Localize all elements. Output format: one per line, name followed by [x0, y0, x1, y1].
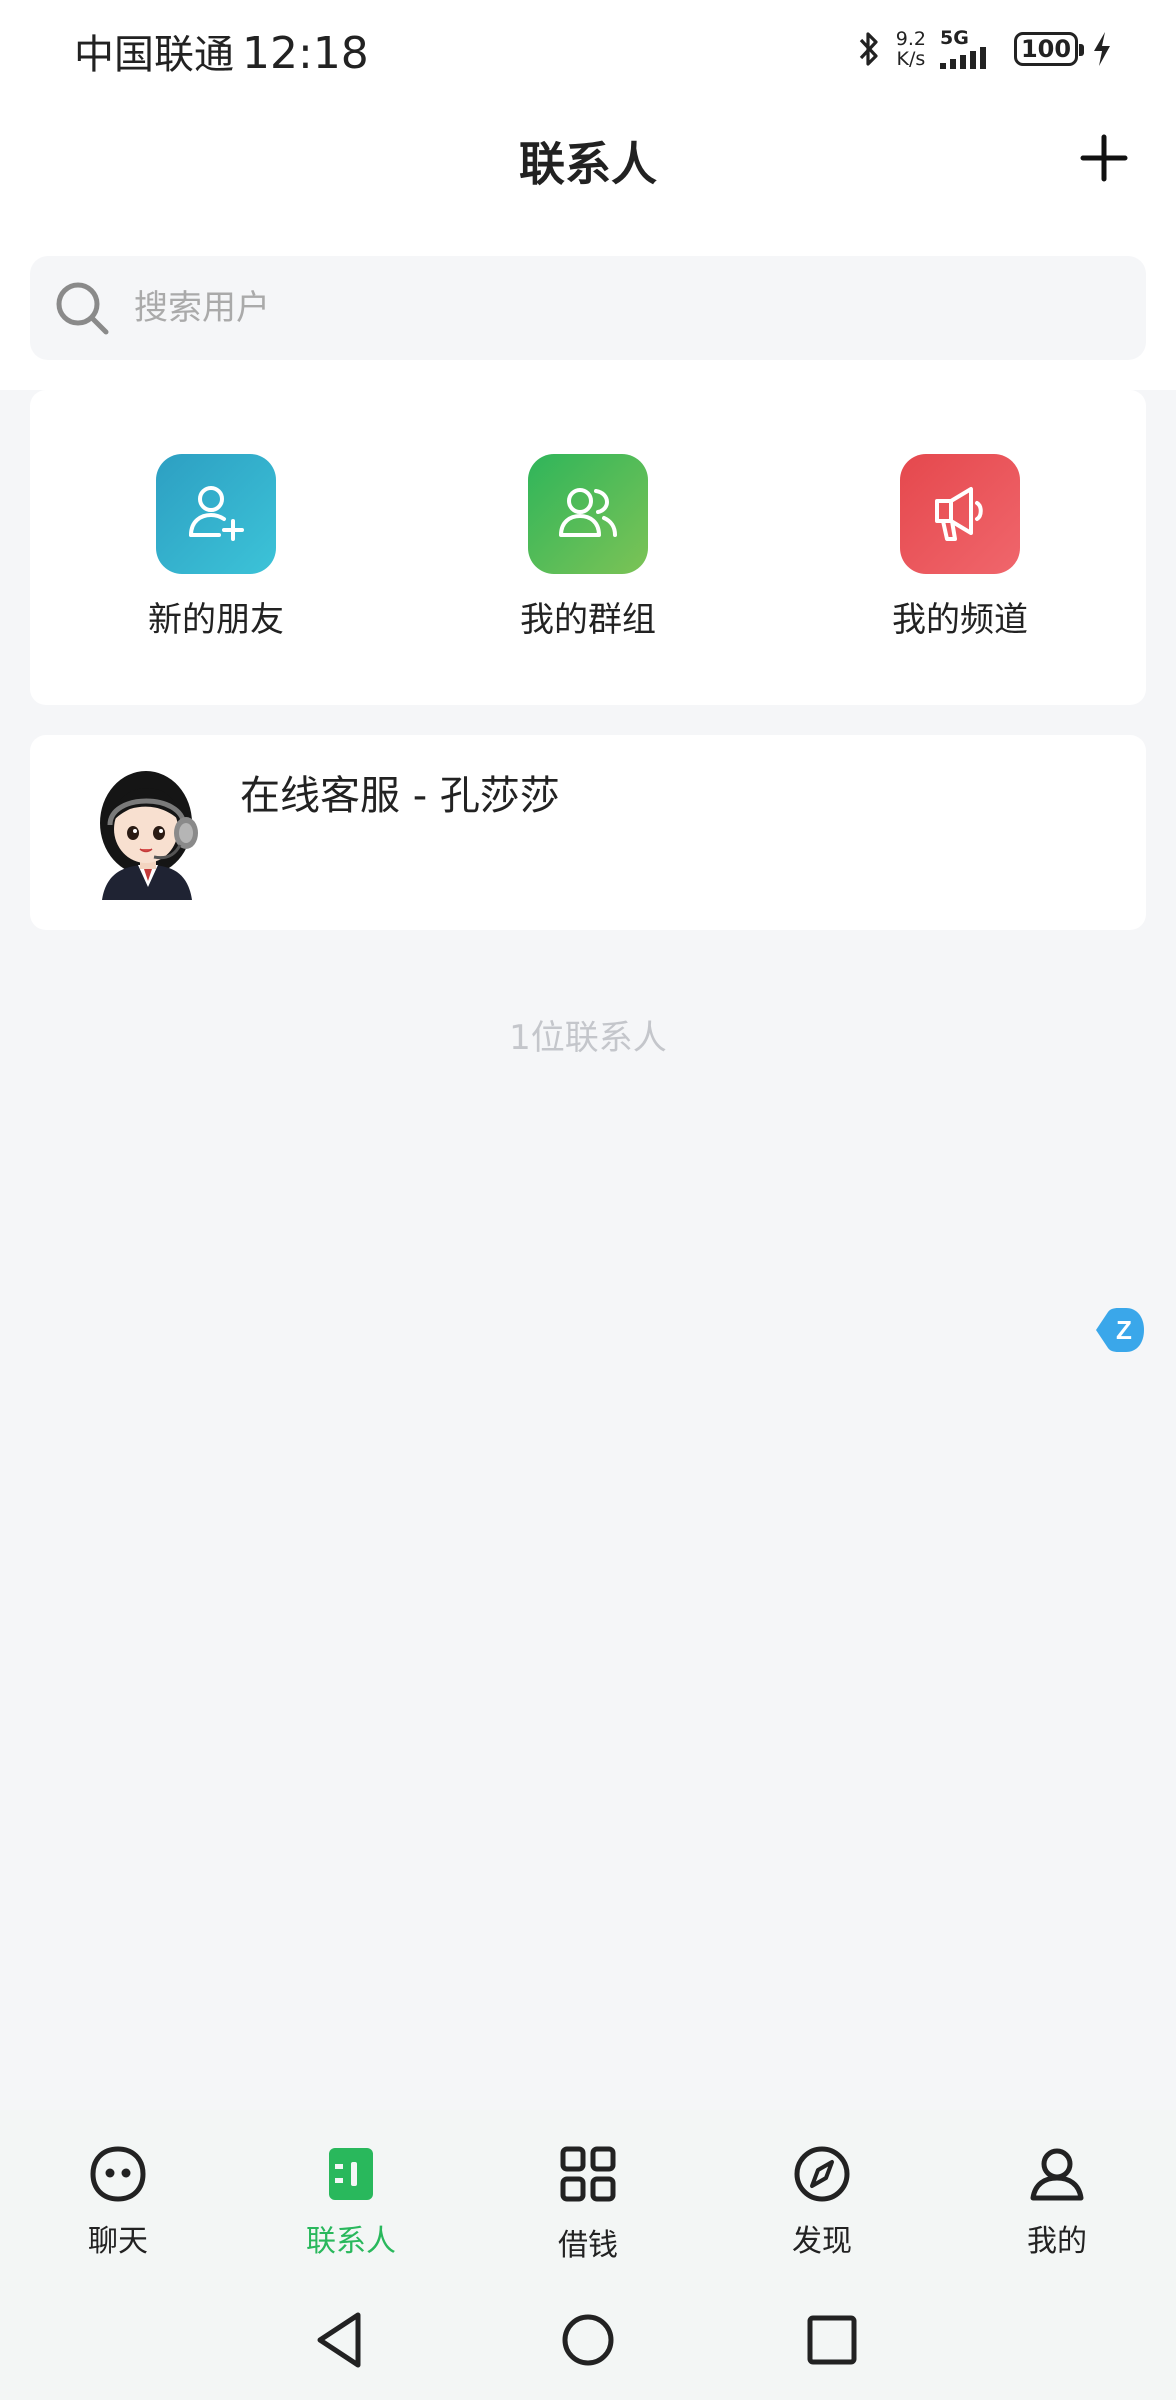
- contact-count: 1位联系人: [509, 1018, 667, 1058]
- search-bar[interactable]: [30, 256, 1146, 360]
- avatar: [100, 771, 198, 900]
- plus-icon: [1080, 134, 1128, 182]
- network-speed: 9.2 K/s: [896, 29, 926, 69]
- nav-label: 借钱: [558, 2228, 618, 2263]
- nav-icon-wrap: [319, 2142, 383, 2206]
- floating-assistant-button[interactable]: Z: [1094, 1306, 1146, 1354]
- search-icon: [56, 282, 109, 335]
- status-bar: 中国联通 12:18 9.2 K/s 5G 100: [0, 0, 1176, 100]
- bluetooth-icon: [859, 32, 878, 66]
- signal-icon: [940, 47, 986, 69]
- status-time: 12:18: [242, 28, 369, 79]
- speed-value: 9.2: [895, 28, 926, 50]
- group-icon: [559, 488, 617, 537]
- system-recents-icon[interactable]: [797, 2305, 867, 2375]
- my-groups-icon-tile: [528, 454, 648, 574]
- nav-item-contacts[interactable]: 联系人: [271, 2142, 431, 2260]
- nav-item-discover[interactable]: 发现: [742, 2142, 902, 2260]
- megaphone-icon: [935, 487, 983, 541]
- system-back-icon[interactable]: [306, 2305, 376, 2375]
- nav-icon-wrap: [790, 2142, 854, 2206]
- compass-icon: [794, 2146, 850, 2202]
- contacts-icon: [329, 2148, 373, 2200]
- battery-indicator: 100: [1014, 32, 1084, 66]
- quick-action-label: 我的频道: [892, 600, 1028, 640]
- nav-icon-wrap: [86, 2142, 150, 2206]
- floating-badge-label: Z: [1116, 1315, 1132, 1345]
- floating-badge-icon: Z: [1096, 1308, 1144, 1352]
- my-channels-button[interactable]: 我的频道: [840, 454, 1080, 641]
- nav-label: 联系人: [306, 2224, 396, 2259]
- my-channels-icon-tile: [900, 454, 1020, 574]
- quick-actions-card: 新的朋友 我的群组 我的频道: [30, 390, 1146, 705]
- nav-icon-wrap: [556, 2142, 620, 2206]
- new-friends-button[interactable]: 新的朋友: [96, 454, 336, 641]
- battery-level: 100: [1020, 35, 1072, 63]
- status-left: 中国联通 12:18: [74, 22, 369, 80]
- profile-icon: [1030, 2148, 1084, 2201]
- chat-icon: [90, 2146, 146, 2202]
- contact-name: 在线客服 - 孔莎莎: [240, 773, 560, 819]
- my-groups-button[interactable]: 我的群组: [468, 454, 708, 641]
- quick-action-label: 我的群组: [520, 600, 656, 640]
- contact-list-item[interactable]: 在线客服 - 孔莎莎: [30, 735, 1146, 930]
- status-right: 9.2 K/s 5G 100: [856, 24, 1112, 74]
- system-home-icon[interactable]: [553, 2305, 623, 2375]
- add-button[interactable]: [1076, 130, 1132, 186]
- quick-action-label: 新的朋友: [148, 600, 284, 640]
- nav-label: 聊天: [88, 2224, 148, 2259]
- nav-label: 我的: [1027, 2224, 1087, 2259]
- new-friends-icon-tile: [156, 454, 276, 574]
- add-user-icon: [189, 486, 244, 541]
- nav-label: 发现: [792, 2224, 852, 2259]
- charging-icon: [1094, 32, 1110, 66]
- network-type: 5G: [940, 27, 969, 49]
- nav-item-me[interactable]: 我的: [977, 2142, 1137, 2260]
- nav-icon-wrap: [1025, 2142, 1089, 2206]
- carrier-label: 中国联通: [74, 32, 234, 78]
- speed-unit: K/s: [896, 48, 926, 70]
- grid-icon: [560, 2146, 616, 2202]
- nav-item-borrow[interactable]: 借钱: [508, 2142, 668, 2264]
- page-title: 联系人: [519, 137, 657, 191]
- search-input[interactable]: [134, 288, 1034, 328]
- nav-item-chat[interactable]: 聊天: [38, 2142, 198, 2260]
